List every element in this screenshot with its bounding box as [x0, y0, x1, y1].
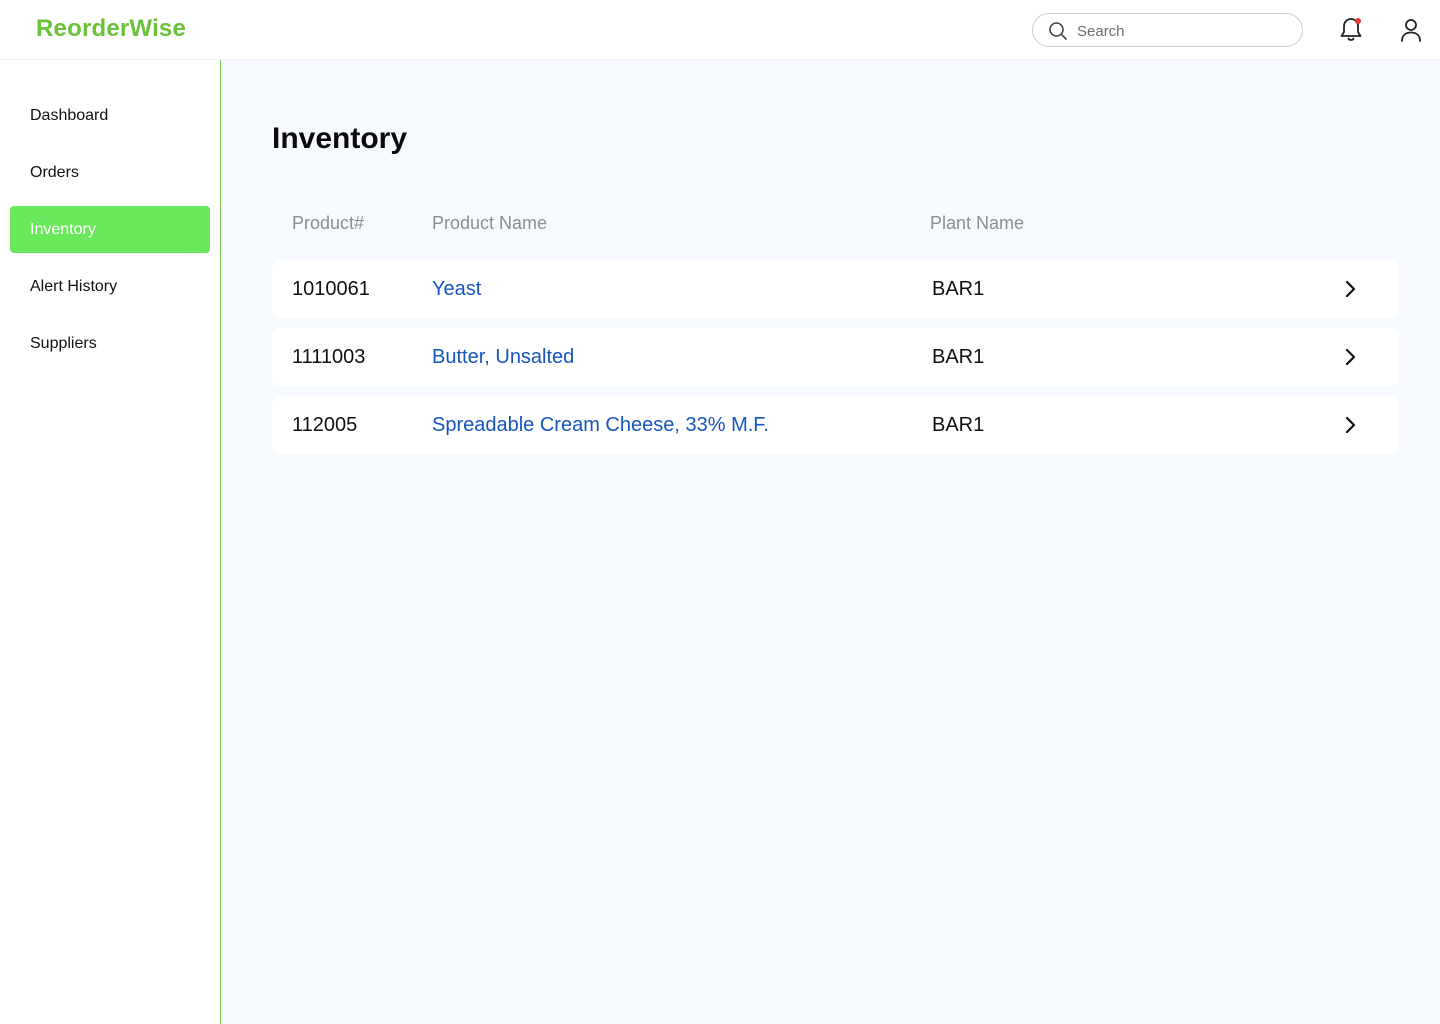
table-row[interactable]: 1010061 Yeast BAR1 [272, 260, 1399, 318]
column-header-product-name: Product Name [432, 213, 548, 233]
product-name-link[interactable]: Spreadable Cream Cheese, 33% M.F. [432, 412, 769, 438]
column-header-plant-name: Plant Name [930, 213, 1025, 233]
search-box[interactable] [1032, 13, 1303, 47]
notifications-button[interactable] [1338, 16, 1364, 44]
sidebar: Dashboard Orders Inventory Alert History… [0, 60, 221, 1024]
column-header-product-number: Product# [292, 213, 365, 233]
sidebar-item-inventory[interactable]: Inventory [10, 206, 210, 253]
sidebar-item-alert-history[interactable]: Alert History [10, 263, 210, 310]
brand-logo[interactable]: ReorderWise [36, 15, 186, 43]
product-number: 1010061 [292, 278, 370, 300]
product-number: 1111003 [292, 346, 366, 368]
chevron-right-icon[interactable] [1340, 347, 1360, 367]
product-name-link[interactable]: Yeast [432, 276, 481, 302]
product-number: 112005 [292, 414, 358, 436]
top-bar: ReorderWise [0, 0, 1440, 60]
plant-name: BAR1 [932, 278, 985, 300]
plant-name: BAR1 [932, 346, 985, 368]
sidebar-item-orders[interactable]: Orders [10, 149, 210, 196]
user-icon [1401, 19, 1421, 42]
chevron-right-icon[interactable] [1340, 279, 1360, 299]
search-icon [1049, 22, 1067, 40]
product-name-link[interactable]: Butter, Unsalted [432, 344, 574, 370]
notification-dot [1355, 18, 1361, 24]
sidebar-item-dashboard[interactable]: Dashboard [10, 92, 210, 139]
table-row[interactable]: 1111003 Butter, Unsalted BAR1 [272, 328, 1399, 386]
page-title: Inventory [272, 122, 408, 155]
plant-name: BAR1 [932, 414, 985, 436]
chevron-right-icon[interactable] [1340, 415, 1360, 435]
main-content: Inventory Product# Product Name Plant Na… [221, 60, 1440, 1024]
search-input[interactable] [1077, 20, 1287, 42]
user-menu-button[interactable] [1399, 17, 1423, 43]
table-row[interactable]: 112005 Spreadable Cream Cheese, 33% M.F.… [272, 396, 1399, 454]
sidebar-item-suppliers[interactable]: Suppliers [10, 320, 210, 367]
